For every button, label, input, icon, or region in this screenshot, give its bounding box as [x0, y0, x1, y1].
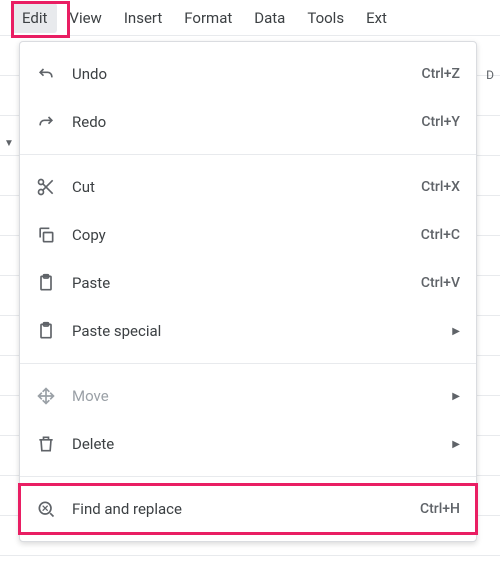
- delete-icon: [36, 434, 56, 454]
- edit-dropdown-menu: Undo Ctrl+Z Redo Ctrl+Y Cut Ctrl+X Copy …: [19, 41, 477, 542]
- menu-extensions[interactable]: Ext: [356, 3, 397, 33]
- menu-separator: [20, 363, 476, 364]
- menu-insert[interactable]: Insert: [114, 3, 172, 33]
- menu-separator: [20, 154, 476, 155]
- menu-item-delete[interactable]: Delete ▶: [20, 420, 476, 468]
- menu-item-copy[interactable]: Copy Ctrl+C: [20, 211, 476, 259]
- menu-item-shortcut: Ctrl+Y: [421, 114, 460, 130]
- menu-edit[interactable]: Edit: [12, 3, 57, 33]
- paste-special-icon: [36, 321, 56, 341]
- find-replace-icon: [36, 499, 56, 519]
- menu-item-cut[interactable]: Cut Ctrl+X: [20, 163, 476, 211]
- menu-item-shortcut: Ctrl+Z: [421, 66, 460, 82]
- menu-item-label: Copy: [72, 226, 421, 244]
- menu-item-label: Redo: [72, 113, 421, 131]
- menu-item-label: Cut: [72, 178, 421, 196]
- menu-item-label: Delete: [72, 435, 444, 453]
- submenu-arrow-icon: ▶: [452, 326, 460, 337]
- redo-icon: [36, 112, 56, 132]
- undo-icon: [36, 64, 56, 84]
- paste-icon: [36, 273, 56, 293]
- submenu-arrow-icon: ▶: [452, 439, 460, 450]
- copy-icon: [36, 225, 56, 245]
- menu-item-label: Find and replace: [72, 500, 420, 518]
- menu-view[interactable]: View: [59, 3, 111, 33]
- menu-item-label: Move: [72, 387, 444, 405]
- cut-icon: [36, 177, 56, 197]
- menu-item-undo[interactable]: Undo Ctrl+Z: [20, 50, 476, 98]
- menu-item-shortcut: Ctrl+V: [421, 275, 460, 291]
- row-dropdown-icon[interactable]: ▼: [4, 138, 14, 149]
- move-icon: [36, 386, 56, 406]
- menu-item-move: Move ▶: [20, 372, 476, 420]
- menu-item-shortcut: Ctrl+X: [421, 179, 460, 195]
- menu-item-shortcut: Ctrl+H: [420, 501, 460, 517]
- menu-separator: [20, 476, 476, 477]
- submenu-arrow-icon: ▶: [452, 391, 460, 402]
- menu-item-shortcut: Ctrl+C: [421, 227, 460, 243]
- menu-format[interactable]: Format: [174, 3, 242, 33]
- menu-item-paste[interactable]: Paste Ctrl+V: [20, 259, 476, 307]
- menu-item-find-replace[interactable]: Find and replace Ctrl+H: [20, 485, 476, 533]
- menu-item-label: Undo: [72, 65, 421, 83]
- menu-data[interactable]: Data: [244, 3, 295, 33]
- menubar: Edit View Insert Format Data Tools Ext: [0, 0, 500, 36]
- menu-item-paste-special[interactable]: Paste special ▶: [20, 307, 476, 355]
- menu-tools[interactable]: Tools: [297, 3, 354, 33]
- column-header-d[interactable]: D: [486, 68, 500, 82]
- menu-item-label: Paste: [72, 274, 421, 292]
- menu-item-redo[interactable]: Redo Ctrl+Y: [20, 98, 476, 146]
- menu-item-label: Paste special: [72, 322, 444, 340]
